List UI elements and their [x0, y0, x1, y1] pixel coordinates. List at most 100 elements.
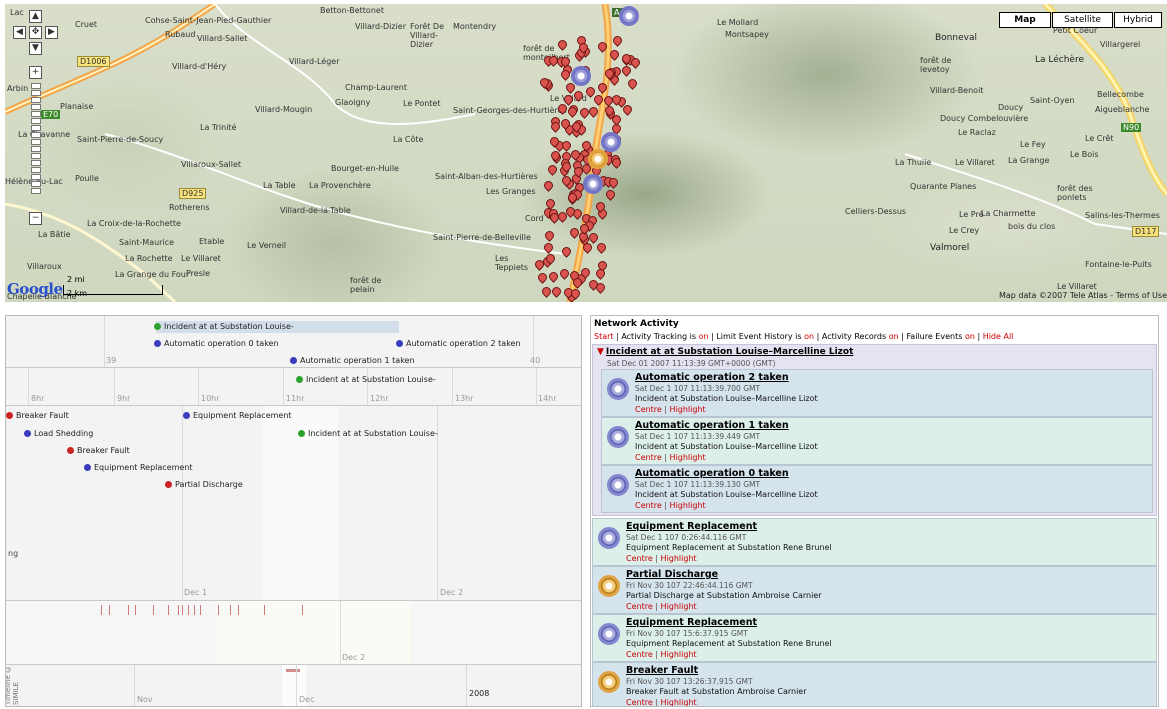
activity-title[interactable]: Automatic operation 2 taken	[635, 372, 789, 383]
hide-all-link[interactable]: Hide All	[983, 332, 1014, 341]
activity-title[interactable]: Breaker Fault	[626, 665, 698, 676]
highlight-link[interactable]: Highlight	[661, 554, 697, 563]
zoom-level-tick[interactable]	[31, 97, 41, 103]
place-label: La Croix-de-la-Rochette	[87, 219, 181, 228]
event-dot	[183, 412, 190, 419]
timeline-event[interactable]: Incident at at Substation Louise-	[298, 429, 438, 438]
place-label: Bourget-en-Huile	[331, 164, 399, 173]
timeline-event[interactable]: Equipment Replacement	[84, 463, 193, 472]
incident-header[interactable]: ▼ Incident at at Substation Louise–Marcel…	[597, 347, 853, 357]
event-label: Equipment Replacement	[193, 411, 292, 420]
pan-left-button[interactable]: ◀	[13, 26, 26, 39]
zoom-level-tick[interactable]	[31, 104, 41, 110]
incident-marker[interactable]	[588, 149, 608, 169]
equipment-icon[interactable]	[607, 474, 629, 496]
centre-link[interactable]: Centre	[635, 405, 662, 414]
timeline-band-hours[interactable]: 8hr 9hr 10hr 11hr 12hr 13hr 14hr Inciden…	[6, 368, 581, 406]
highlight-link[interactable]: Highlight	[661, 602, 697, 611]
zoom-level-tick[interactable]	[31, 146, 41, 152]
timeline-event[interactable]: Breaker Fault	[67, 446, 130, 455]
centre-link[interactable]: Centre	[626, 698, 653, 706]
place-label: Planaise	[60, 102, 94, 111]
place-label: Saint-Georges-des-Hurtières	[453, 106, 567, 115]
map-type-satellite-button[interactable]: Satellite	[1052, 12, 1113, 28]
collapse-triangle-icon[interactable]: ▼	[597, 347, 604, 357]
timeline-band-months[interactable]: Nov Dec 2008 Timeline © SIMILE	[6, 665, 581, 706]
place-label: La Côte	[393, 135, 424, 144]
highlight-link[interactable]: Highlight	[670, 501, 706, 510]
zoom-slider[interactable]	[29, 82, 43, 218]
fault-icon[interactable]	[598, 671, 620, 693]
activity-title[interactable]: Automatic operation 1 taken	[635, 420, 789, 431]
centre-link[interactable]: Centre	[626, 602, 653, 611]
activity-title[interactable]: Partial Discharge	[626, 569, 718, 580]
zoom-level-tick[interactable]	[31, 83, 41, 89]
incident-marker[interactable]	[583, 174, 603, 194]
equipment-icon[interactable]	[607, 426, 629, 448]
activity-title[interactable]: Equipment Replacement	[626, 617, 757, 628]
incident-title[interactable]: Incident at at Substation Louise–Marcell…	[606, 347, 853, 357]
place-label: Le Fey	[1020, 140, 1046, 149]
timeline-credit[interactable]: Timeline © SIMILE	[6, 665, 20, 705]
map-copyright[interactable]: Map data ©2007 Tele Atlas - Terms of Use	[999, 291, 1167, 300]
zoom-level-tick[interactable]	[31, 174, 41, 180]
zoom-level-tick[interactable]	[31, 118, 41, 124]
start-link[interactable]: Start	[594, 332, 614, 341]
map-type-hybrid-button[interactable]: Hybrid	[1114, 12, 1162, 28]
zoom-level-tick[interactable]	[31, 132, 41, 138]
timeline-widget[interactable]: 39 40 Incident at at Substation Louise- …	[5, 315, 582, 707]
timeline-band-detail[interactable]: 39 40 Incident at at Substation Louise- …	[6, 316, 581, 368]
limit-toggle[interactable]: on	[804, 332, 814, 341]
centre-link[interactable]: Centre	[635, 453, 662, 462]
timeline-band-days[interactable]: ng Dec 1 Dec 2 Breaker Fault Equipment R…	[6, 406, 581, 601]
zoom-level-tick[interactable]	[31, 111, 41, 117]
timeline-band-overview[interactable]: Dec 2	[6, 601, 581, 665]
zoom-level-tick[interactable]	[31, 167, 41, 173]
zoom-level-tick[interactable]	[31, 160, 41, 166]
timeline-event[interactable]: Equipment Replacement	[183, 411, 292, 420]
tracking-toggle[interactable]: on	[699, 332, 709, 341]
incident-marker[interactable]	[601, 132, 621, 152]
highlight-link[interactable]: Highlight	[670, 405, 706, 414]
timeline-event[interactable]: Automatic operation 1 taken	[290, 356, 415, 365]
zoom-in-button[interactable]: +	[29, 66, 42, 79]
place-label: Le Raclaz	[958, 128, 996, 137]
zoom-level-tick[interactable]	[31, 90, 41, 96]
incident-marker[interactable]	[571, 66, 591, 86]
equipment-icon[interactable]	[598, 527, 620, 549]
map-type-map-button[interactable]: Map	[999, 12, 1051, 28]
activity-title[interactable]: Automatic operation 0 taken	[635, 468, 789, 479]
activity-title[interactable]: Equipment Replacement	[626, 521, 757, 532]
activity-description: Incident at Substation Louise–Marcelline…	[635, 442, 818, 451]
timeline-event[interactable]: Load Shedding	[24, 429, 93, 438]
failure-toggle[interactable]: on	[965, 332, 975, 341]
fault-icon[interactable]	[598, 575, 620, 597]
centre-link[interactable]: Centre	[626, 650, 653, 659]
timeline-event[interactable]: Incident at at Substation Louise-	[296, 375, 436, 384]
timeline-event[interactable]: Incident at at Substation Louise-	[154, 322, 294, 331]
zoom-level-tick[interactable]	[31, 181, 41, 187]
timeline-event[interactable]: Partial Discharge	[165, 480, 243, 489]
map-view[interactable]: Lac Cruet Cohse-Saint-Jean-Pied-Gauthier…	[5, 4, 1167, 302]
zoom-level-tick[interactable]	[31, 188, 41, 194]
centre-link[interactable]: Centre	[635, 501, 662, 510]
timeline-event[interactable]: Breaker Fault	[6, 411, 69, 420]
pan-right-button[interactable]: ▶	[45, 26, 58, 39]
timeline-event[interactable]: Automatic operation 2 taken	[396, 339, 521, 348]
zoom-out-button[interactable]: −	[29, 212, 42, 225]
highlight-link[interactable]: Highlight	[661, 650, 697, 659]
incident-marker[interactable]	[619, 6, 639, 26]
pan-down-button[interactable]: ▼	[29, 42, 42, 55]
pan-center-button[interactable]: ✥	[29, 26, 42, 39]
zoom-level-tick[interactable]	[31, 139, 41, 145]
highlight-link[interactable]: Highlight	[670, 453, 706, 462]
records-toggle[interactable]: on	[889, 332, 899, 341]
timeline-event[interactable]: Automatic operation 0 taken	[154, 339, 279, 348]
pan-up-button[interactable]: ▲	[29, 10, 42, 23]
zoom-level-tick[interactable]	[31, 125, 41, 131]
highlight-link[interactable]: Highlight	[661, 698, 697, 706]
equipment-icon[interactable]	[607, 378, 629, 400]
zoom-level-tick[interactable]	[31, 153, 41, 159]
centre-link[interactable]: Centre	[626, 554, 653, 563]
equipment-icon[interactable]	[598, 623, 620, 645]
